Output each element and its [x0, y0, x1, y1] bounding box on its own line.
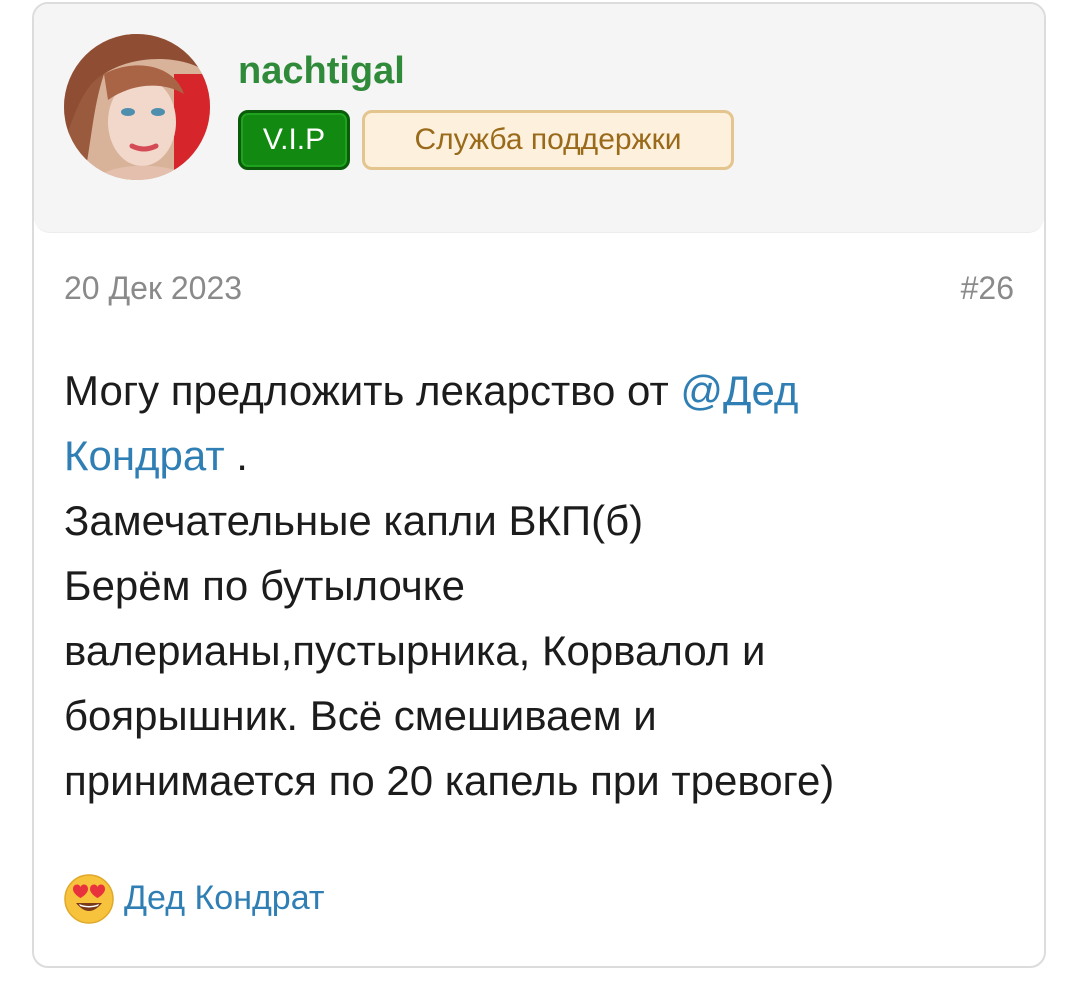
post-text: Могу предложить лекарство от [64, 367, 681, 414]
post-body-line-2: Кондрат . [64, 423, 1004, 488]
post-number-link[interactable]: #26 [961, 268, 1014, 308]
forum-post: nachtigal V.I.P Служба поддержки 20 Дек … [32, 2, 1046, 968]
post-body: Могу предложить лекарство от @Дед Кондра… [64, 358, 1004, 813]
post-body-line-4: Берём по бутылочке [64, 562, 466, 609]
support-team-badge: Служба поддержки [362, 110, 734, 170]
user-mention-link[interactable]: @Дед [680, 367, 798, 414]
avatar-portrait-icon [64, 34, 210, 180]
post-body-line-6: боярышник. Всё смешиваем и [64, 692, 657, 739]
post-date[interactable]: 20 Дек 2023 [64, 268, 242, 308]
post-body-line-7: принимается по 20 капель при тревоге) [64, 757, 835, 804]
user-mention-link-continued[interactable]: Кондрат [64, 432, 225, 479]
reaction-user-link[interactable]: Дед Кондрат [124, 879, 324, 918]
post-author-name[interactable]: nachtigal [238, 48, 405, 94]
vip-badge: V.I.P [238, 110, 350, 170]
post-author-header: nachtigal V.I.P Служба поддержки [34, 4, 1044, 233]
post-body-line-1: Могу предложить лекарство от @Дед [64, 358, 1004, 423]
post-text: . [224, 432, 248, 479]
reactions-bar[interactable]: Дед Кондрат [62, 870, 324, 926]
user-avatar[interactable] [64, 34, 210, 180]
heart-eyes-emoji-icon [64, 874, 114, 924]
post-body-line-3: Замечательные капли ВКП(б) [64, 497, 644, 544]
post-body-line-5: валерианы,пустырника, Корвалол и [64, 627, 766, 674]
